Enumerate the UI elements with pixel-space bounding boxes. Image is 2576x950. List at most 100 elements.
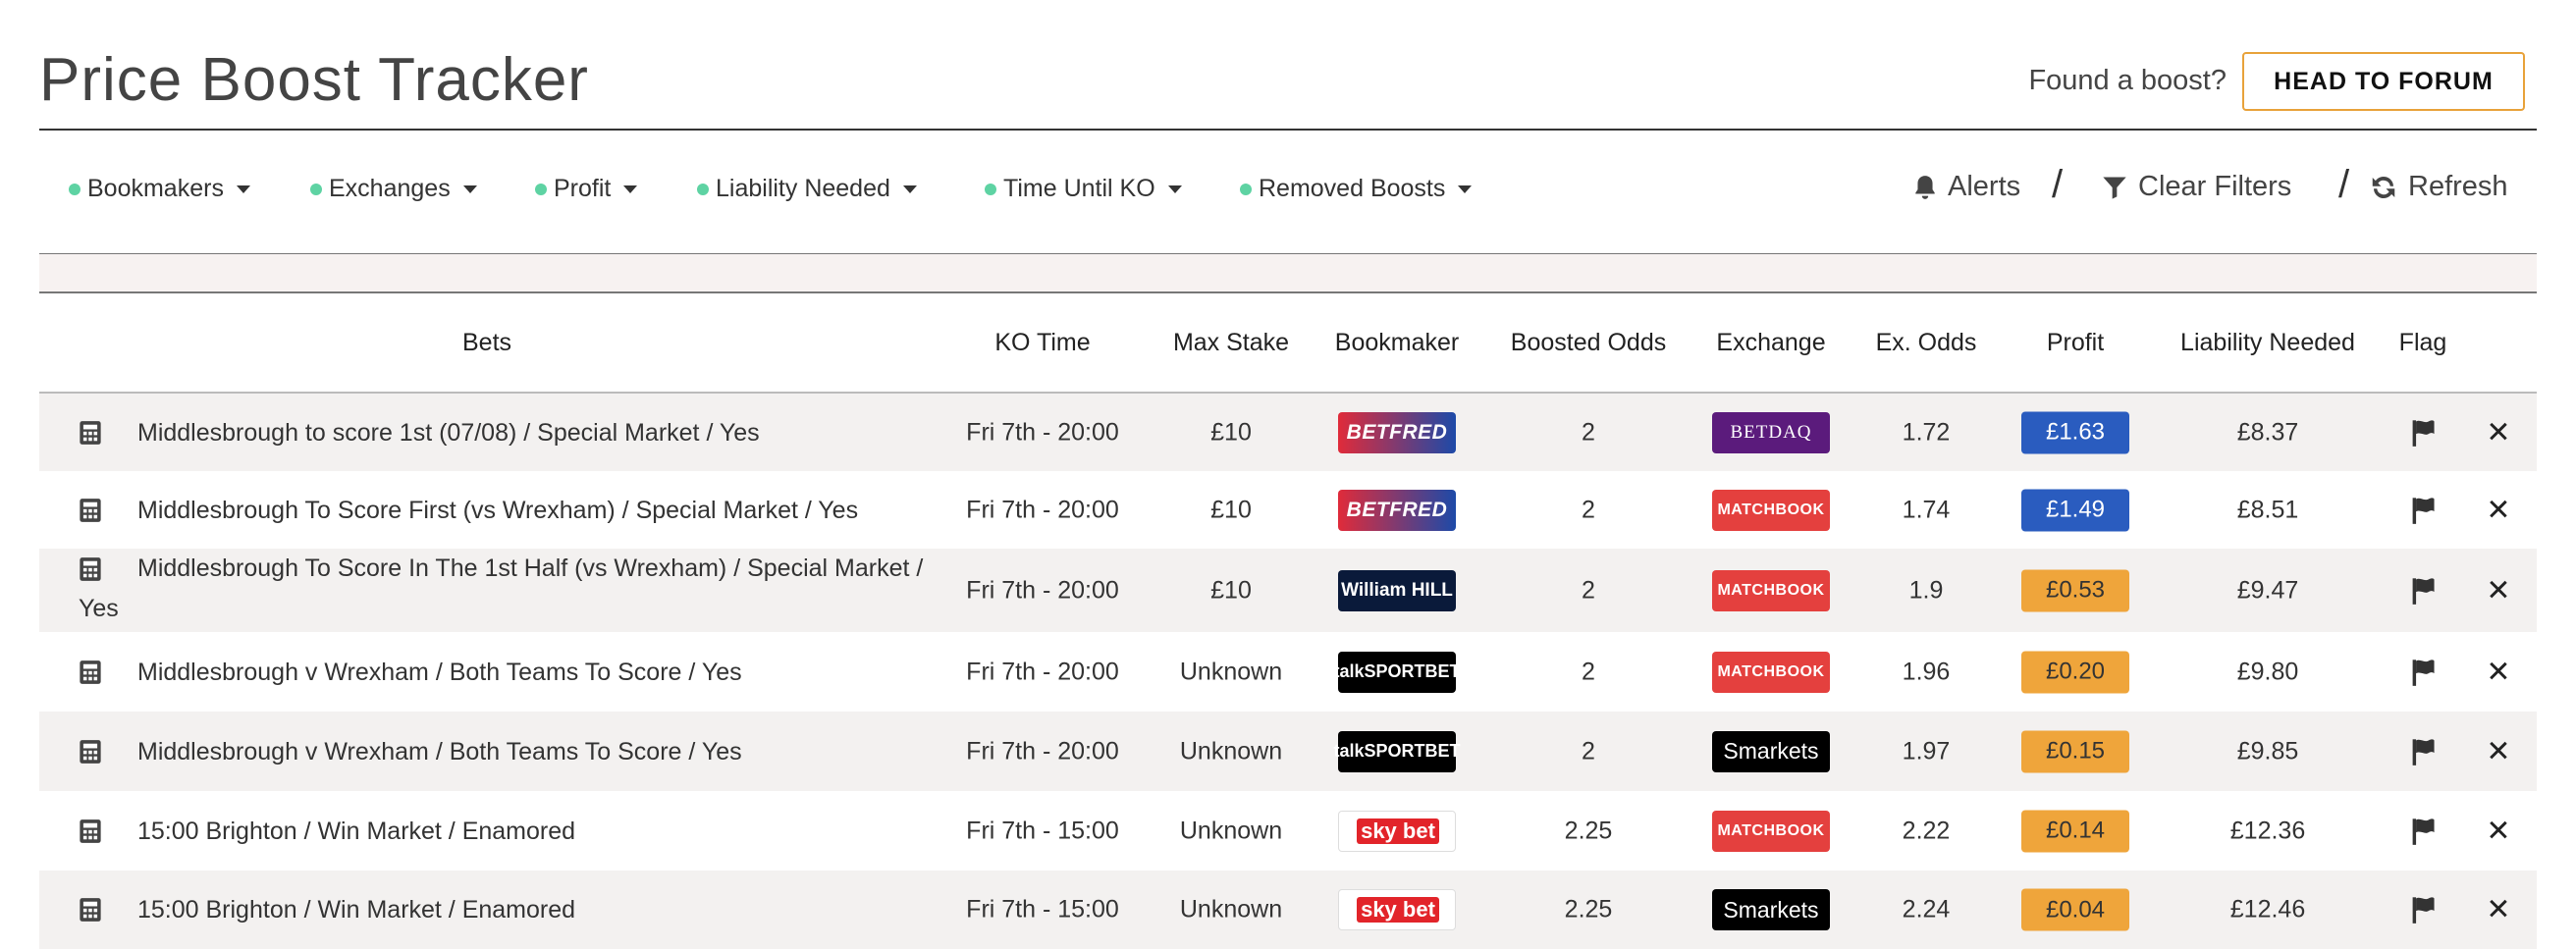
calculator-icon[interactable] bbox=[79, 420, 102, 446]
bet-name[interactable]: Middlesbrough To Score First (vs Wrexham… bbox=[137, 491, 858, 531]
liability-needed: £9.47 bbox=[2236, 576, 2299, 604]
calculator-icon[interactable] bbox=[79, 498, 102, 523]
boosted-odds: 2.25 bbox=[1564, 817, 1613, 844]
col-boosted-odds[interactable]: Boosted Odds bbox=[1511, 329, 1666, 357]
col-bookmaker[interactable]: Bookmaker bbox=[1335, 329, 1459, 357]
close-icon[interactable]: ✕ bbox=[2486, 655, 2510, 689]
exchange-odds: 2.24 bbox=[1902, 895, 1951, 924]
exchange-name: Smarkets bbox=[1723, 738, 1819, 764]
bet-name[interactable]: Middlesbrough v Wrexham / Both Teams To … bbox=[137, 653, 742, 693]
close-icon[interactable]: ✕ bbox=[2486, 573, 2510, 607]
calculator-icon[interactable] bbox=[79, 897, 102, 923]
exchange-logo[interactable]: Smarkets bbox=[1712, 889, 1830, 930]
liability-needed: £8.37 bbox=[2236, 418, 2299, 446]
table-header: Bets KO Time Max Stake Bookmaker Boosted… bbox=[39, 293, 2537, 394]
table-row: Middlesbrough to score 1st (07/08) / Spe… bbox=[39, 394, 2537, 471]
flag-icon[interactable] bbox=[2409, 576, 2437, 606]
exchange-name: BETDAQ bbox=[1730, 421, 1812, 443]
profit-badge: £1.49 bbox=[2021, 489, 2129, 531]
bookmaker-logo[interactable]: BETFRED bbox=[1338, 489, 1456, 531]
header: Price Boost Tracker Found a boost? HEAD … bbox=[39, 0, 2537, 131]
exchange-name: Smarkets bbox=[1723, 896, 1819, 923]
flag-icon[interactable] bbox=[2409, 658, 2437, 687]
col-ex-odds[interactable]: Ex. Odds bbox=[1876, 329, 1977, 357]
exchange-name: MATCHBOOK bbox=[1717, 501, 1825, 518]
bookmaker-logo[interactable]: William HILL bbox=[1338, 569, 1456, 611]
exchange-logo[interactable]: MATCHBOOK bbox=[1712, 810, 1830, 852]
boosted-odds: 2 bbox=[1582, 658, 1595, 685]
boosted-odds: 2 bbox=[1582, 576, 1595, 604]
bookmaker-name: BETFRED bbox=[1346, 498, 1448, 521]
bet-name[interactable]: Middlesbrough to score 1st (07/08) / Spe… bbox=[137, 413, 760, 453]
col-exchange[interactable]: Exchange bbox=[1716, 329, 1825, 357]
ko-time: Fri 7th - 20:00 bbox=[966, 658, 1119, 685]
bookmaker-name: BETFRED bbox=[1346, 420, 1448, 444]
bookmaker-logo[interactable]: BETFRED bbox=[1338, 411, 1456, 453]
liability-needed: £9.85 bbox=[2236, 737, 2299, 765]
table-row: Middlesbrough To Score First (vs Wrexham… bbox=[39, 471, 2537, 549]
max-stake: Unknown bbox=[1179, 658, 1283, 685]
exchange-logo[interactable]: MATCHBOOK bbox=[1712, 489, 1830, 531]
col-ko-time[interactable]: KO Time bbox=[994, 329, 1090, 357]
profit-badge: £0.15 bbox=[2021, 730, 2129, 772]
found-boost-text: Found a boost? bbox=[2028, 65, 2227, 96]
bookmaker-logo[interactable]: sky bet bbox=[1338, 810, 1456, 852]
profit-badge: £1.63 bbox=[2021, 411, 2129, 453]
bet-name[interactable]: Middlesbrough v Wrexham / Both Teams To … bbox=[137, 732, 742, 772]
col-flag: Flag bbox=[2398, 329, 2447, 356]
bookmaker-name: talkSPORTBET bbox=[1333, 661, 1461, 681]
exchange-logo[interactable]: Smarkets bbox=[1712, 730, 1830, 772]
filter-bar bbox=[39, 131, 2537, 255]
close-icon[interactable]: ✕ bbox=[2486, 415, 2510, 449]
calculator-icon[interactable] bbox=[79, 818, 102, 844]
bookmaker-name: sky bet bbox=[1357, 897, 1439, 923]
calculator-icon[interactable] bbox=[79, 739, 102, 765]
max-stake: Unknown bbox=[1179, 737, 1283, 765]
bet-name[interactable]: 15:00 Brighton / Win Market / Enamored bbox=[137, 812, 575, 852]
close-icon[interactable]: ✕ bbox=[2486, 734, 2510, 768]
col-profit[interactable]: Profit bbox=[2047, 329, 2104, 357]
flag-icon[interactable] bbox=[2409, 418, 2437, 448]
exchange-odds: 1.96 bbox=[1902, 658, 1951, 685]
exchange-logo[interactable]: BETDAQ bbox=[1712, 411, 1830, 453]
flag-icon[interactable] bbox=[2409, 817, 2437, 846]
head-to-forum-button[interactable]: HEAD TO FORUM bbox=[2242, 52, 2525, 111]
col-bets[interactable]: Bets bbox=[462, 329, 511, 357]
exchange-logo[interactable]: MATCHBOOK bbox=[1712, 651, 1830, 693]
liability-needed: £8.51 bbox=[2236, 496, 2299, 523]
bookmaker-name: William HILL bbox=[1341, 579, 1453, 601]
boosted-odds: 2 bbox=[1582, 418, 1595, 446]
bookmaker-logo[interactable]: sky bet bbox=[1338, 889, 1456, 930]
ko-time: Fri 7th - 15:00 bbox=[966, 817, 1119, 844]
col-max-stake[interactable]: Max Stake bbox=[1173, 329, 1289, 357]
profit-badge: £0.20 bbox=[2021, 651, 2129, 693]
close-icon[interactable]: ✕ bbox=[2486, 893, 2510, 927]
exchange-name: MATCHBOOK bbox=[1717, 821, 1825, 839]
profit-badge: £0.14 bbox=[2021, 810, 2129, 852]
bet-name[interactable]: Middlesbrough To Score In The 1st Half (… bbox=[79, 549, 962, 629]
bet-name[interactable]: 15:00 Brighton / Win Market / Enamored bbox=[137, 890, 575, 930]
bookmaker-logo[interactable]: talkSPORTBET bbox=[1333, 651, 1461, 693]
max-stake: £10 bbox=[1210, 576, 1252, 604]
close-icon[interactable]: ✕ bbox=[2486, 814, 2510, 848]
bookmaker-logo[interactable]: talkSPORTBET bbox=[1333, 730, 1461, 772]
ko-time: Fri 7th - 20:00 bbox=[966, 418, 1119, 446]
flag-icon[interactable] bbox=[2409, 496, 2437, 525]
exchange-odds: 1.97 bbox=[1902, 737, 1951, 765]
calculator-icon[interactable] bbox=[79, 660, 102, 685]
flag-icon[interactable] bbox=[2409, 895, 2437, 924]
info-strip bbox=[39, 254, 2537, 293]
bookmaker-name: sky bet bbox=[1357, 818, 1439, 844]
col-liability-needed[interactable]: Liability Needed bbox=[2180, 329, 2355, 357]
max-stake: £10 bbox=[1210, 496, 1252, 523]
exchange-logo[interactable]: MATCHBOOK bbox=[1712, 569, 1830, 611]
close-icon[interactable]: ✕ bbox=[2486, 493, 2510, 527]
ko-time: Fri 7th - 15:00 bbox=[966, 895, 1119, 924]
flag-icon[interactable] bbox=[2409, 737, 2437, 766]
boosted-odds: 2 bbox=[1582, 737, 1595, 765]
exchange-odds: 2.22 bbox=[1902, 817, 1951, 844]
table-row: Middlesbrough To Score In The 1st Half (… bbox=[39, 549, 2537, 632]
exchange-name: MATCHBOOK bbox=[1717, 581, 1825, 599]
boosted-odds: 2.25 bbox=[1564, 895, 1613, 924]
exchange-odds: 1.9 bbox=[1908, 576, 1944, 604]
